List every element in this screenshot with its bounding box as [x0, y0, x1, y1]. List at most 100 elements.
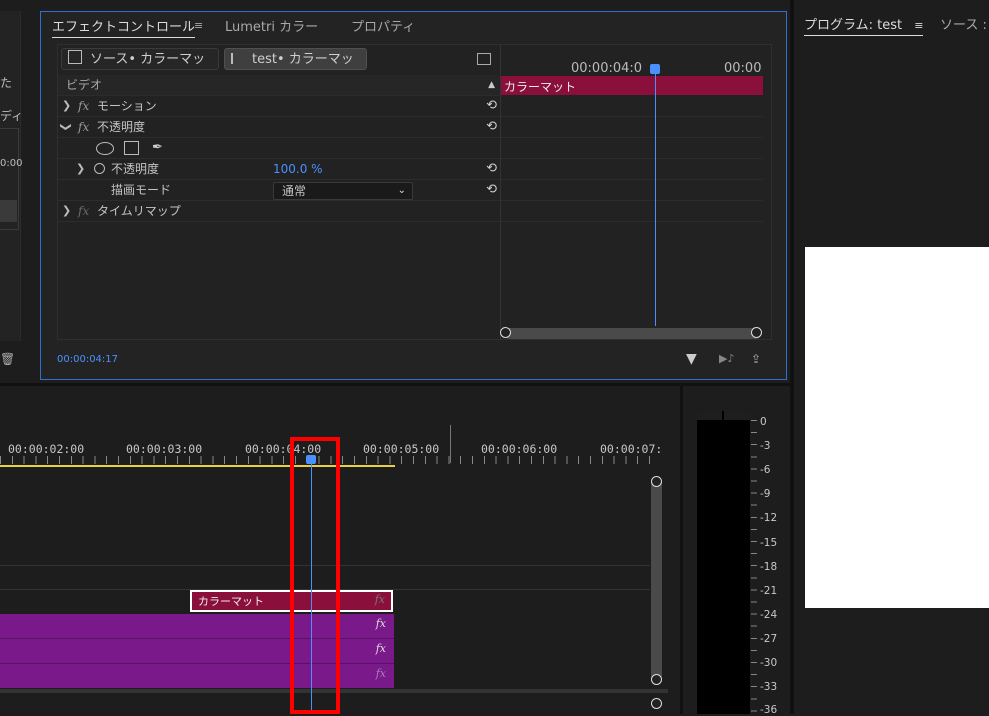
audio-meter-peak	[697, 411, 722, 420]
meter-label: -18	[760, 561, 778, 573]
mini-timeline-row	[501, 117, 763, 138]
sequence-icon	[231, 53, 244, 64]
tab-source[interactable]: ソース :	[940, 14, 987, 33]
fx-badge[interactable]: fx	[78, 201, 89, 221]
blend-mode-label: 描画モード	[111, 183, 172, 197]
fx-badge[interactable]: fx	[78, 117, 89, 137]
motion-effect-row[interactable]: ❯ fx モーション ⟲	[58, 96, 501, 117]
rectangle-mask-icon[interactable]	[124, 141, 139, 155]
fx-badge[interactable]: fx	[376, 617, 386, 630]
meter-label: -9	[760, 488, 771, 500]
blend-mode-dropdown[interactable]: 通常 ⌄	[273, 182, 413, 200]
left-panel-timecode: 0:00	[0, 158, 23, 169]
collapse-up-icon[interactable]: ▲	[488, 75, 495, 95]
chevron-down-icon: ⌄	[397, 185, 406, 196]
chevron-right-icon[interactable]: ❯	[62, 96, 71, 116]
fx-badge[interactable]: fx	[376, 642, 386, 655]
scroll-handle-top[interactable]	[651, 476, 662, 487]
audio-meter-scale	[751, 420, 757, 714]
tab-lumetri-color[interactable]: Lumetri カラー	[225, 16, 318, 35]
mask-tools-row: ✒	[58, 138, 501, 159]
opacity-property-row[interactable]: ❯ 不透明度 100.0 % ⟲	[58, 159, 501, 180]
zoom-handle-right[interactable]	[751, 327, 762, 338]
mini-timeline-clip-label: カラーマット	[504, 80, 577, 94]
ruler-label: 00:00:06:00	[481, 442, 558, 456]
stopwatch-icon[interactable]	[94, 163, 105, 174]
scroll-handle-bottom[interactable]	[651, 674, 662, 685]
video-section-label: ビデオ	[66, 78, 103, 92]
audio-meter-peak	[724, 411, 750, 420]
time-remap-label: タイムリマップ	[97, 204, 181, 218]
program-monitor-title-text: プログラム: test	[804, 18, 903, 33]
target-clip-button[interactable]: test• カラーマット	[224, 48, 367, 89]
timeline-meter-divider	[680, 386, 683, 714]
motion-label: モーション	[97, 99, 157, 113]
mini-timeline-row	[501, 201, 763, 222]
program-monitor-title[interactable]: プログラム: test ≡	[804, 14, 924, 36]
tab-effect-controls[interactable]: エフェクトコントロール	[52, 16, 196, 38]
opacity-value[interactable]: 100.0 %	[273, 159, 323, 179]
filter-icon[interactable]: ▼	[686, 351, 697, 367]
meter-label: -33	[760, 681, 778, 693]
current-timecode[interactable]: 00:00:04:17	[57, 354, 118, 365]
tab-properties[interactable]: プロパティ	[351, 16, 415, 35]
left-panel-fragment: た	[0, 76, 13, 90]
mini-timeline-timecode-end: 00:00	[724, 61, 762, 76]
pen-mask-icon[interactable]: ✒	[152, 138, 163, 158]
reset-icon[interactable]: ⟲	[486, 117, 497, 137]
reset-icon[interactable]: ⟲	[486, 96, 497, 116]
meter-label: -30	[760, 657, 778, 669]
ellipse-mask-icon[interactable]	[96, 142, 114, 155]
mini-timeline-row	[501, 96, 763, 117]
mini-timeline-row	[501, 180, 763, 201]
highlight-box	[290, 437, 340, 714]
chevron-down-icon[interactable]: ❯	[56, 122, 76, 131]
meter-label: 0	[760, 416, 767, 428]
ruler-label: 00:00:03:00	[126, 442, 203, 456]
mini-timeline-zoom-bar[interactable]	[504, 328, 761, 339]
meter-label: -12	[760, 512, 778, 524]
source-clip-button[interactable]: ソース• カラーマット	[61, 48, 219, 89]
scroll-handle-extra[interactable]	[651, 698, 662, 709]
zoom-handle-left[interactable]	[500, 327, 511, 338]
blend-mode-value: 通常	[282, 184, 307, 198]
left-panel-fragment: ディ	[0, 109, 24, 123]
left-panel-selected-row[interactable]	[0, 200, 17, 222]
horizontal-divider	[0, 383, 790, 386]
video-section-header: ビデオ ▲	[58, 75, 501, 96]
reset-icon[interactable]: ⟲	[486, 180, 497, 200]
ruler-label: 00:00:02:00	[8, 442, 85, 456]
opacity-label: 不透明度	[97, 120, 146, 134]
ruler-label: 00:00:05:00	[363, 442, 440, 456]
chevron-right-icon[interactable]: ❯	[62, 201, 71, 221]
meter-label: -27	[760, 633, 778, 645]
meter-label: -6	[760, 464, 771, 476]
meter-label: -15	[760, 537, 778, 549]
panel-separator	[790, 0, 794, 714]
program-video-frame	[805, 247, 989, 608]
reset-icon[interactable]: ⟲	[486, 159, 497, 179]
effect-controls-panel: エフェクトコントロール ≡ Lumetri カラー プロパティ ソース• カラー…	[40, 11, 787, 380]
fx-badge[interactable]: fx	[78, 96, 89, 116]
program-menu-icon[interactable]: ≡	[914, 19, 923, 32]
fx-badge[interactable]: fx	[375, 593, 385, 606]
panel-toggle-icon[interactable]	[477, 53, 491, 65]
mini-timeline-clip[interactable]: カラーマット	[501, 76, 763, 95]
mini-timeline-playhead[interactable]	[655, 66, 656, 326]
time-remap-row[interactable]: ❯ fx タイムリマップ	[58, 201, 501, 222]
play-audio-icon[interactable]: ▶♪	[719, 352, 734, 365]
trash-icon[interactable]: 🗑	[0, 352, 15, 366]
ruler-marker	[450, 425, 451, 463]
chevron-right-icon[interactable]: ❯	[76, 159, 85, 179]
clip-label: カラーマット	[198, 595, 264, 608]
mini-timeline-row	[501, 138, 763, 159]
meter-label: -21	[760, 585, 778, 597]
panel-menu-icon[interactable]: ≡	[194, 19, 203, 32]
fx-badge[interactable]: fx	[376, 667, 386, 680]
opacity-property-label: 不透明度	[111, 162, 160, 176]
export-icon[interactable]: ⇪	[751, 352, 761, 366]
clip-icon	[68, 50, 82, 64]
opacity-effect-row[interactable]: ❯ fx 不透明度 ⟲	[58, 117, 501, 138]
timeline-vertical-scrollbar[interactable]	[651, 478, 662, 685]
mini-playhead-handle[interactable]	[650, 64, 660, 74]
